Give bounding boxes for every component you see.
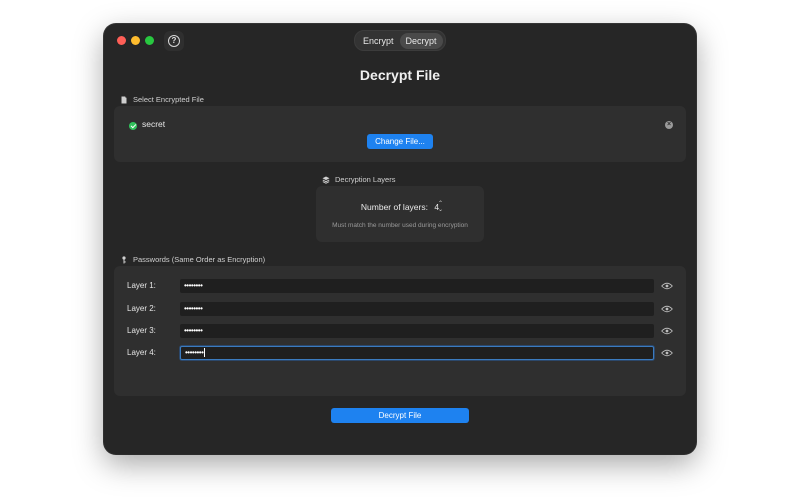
page-title: Decrypt File (359, 67, 441, 83)
key-icon (120, 255, 128, 264)
help-button[interactable]: ? (164, 31, 184, 51)
decrypt-file-button[interactable]: Decrypt File (331, 408, 469, 423)
password-field-layer-1[interactable]: •••••••• (180, 279, 654, 293)
password-masked-text: •••••••• (185, 348, 204, 357)
layers-panel: Number of layers: 4 ⌃ ⌄ Must match the n… (316, 186, 484, 242)
layer-count-label: Number of layers: (360, 202, 428, 212)
text-caret (204, 348, 206, 358)
password-row-2: Layer 2: •••••••• (114, 302, 686, 316)
zoom-window-button[interactable] (145, 36, 154, 45)
mode-segmented-control: Encrypt Decrypt (354, 30, 446, 51)
file-section-header: Select Encrypted File (120, 95, 204, 104)
password-field-layer-2[interactable]: •••••••• (180, 302, 654, 316)
eye-icon[interactable] (661, 305, 673, 313)
tab-encrypt[interactable]: Encrypt (357, 33, 400, 49)
eye-icon[interactable] (661, 327, 673, 335)
layers-section-label: Decryption Layers (335, 175, 396, 184)
password-row-4: Layer 4: •••••••• (114, 346, 686, 360)
layer-count-stepper[interactable]: ⌃ ⌄ (436, 199, 445, 214)
document-icon (120, 96, 128, 104)
title-bar: ? Encrypt Decrypt (104, 24, 696, 56)
password-label: Layer 4: (127, 348, 156, 357)
file-panel: secret × Change File... (114, 106, 686, 162)
file-section-label: Select Encrypted File (133, 95, 204, 104)
password-field-layer-4[interactable]: •••••••• (180, 346, 654, 360)
passwords-section-header: Passwords (Same Order as Encryption) (120, 255, 265, 264)
eye-icon[interactable] (661, 349, 673, 357)
eye-icon[interactable] (661, 282, 673, 290)
question-circle-icon: ? (168, 35, 180, 47)
password-row-3: Layer 3: •••••••• (114, 324, 686, 338)
close-window-button[interactable] (117, 36, 126, 45)
selected-file-name: secret (142, 119, 166, 129)
app-window: ? Encrypt Decrypt Decrypt File Select En… (104, 24, 696, 454)
stack-icon (322, 176, 330, 184)
x-circle-icon[interactable]: × (665, 121, 673, 129)
password-row-1: Layer 1: •••••••• (114, 279, 686, 293)
layer-count-row: Number of layers: 4 (316, 202, 484, 212)
passwords-section-label: Passwords (Same Order as Encryption) (133, 255, 266, 264)
layers-section-header: Decryption Layers (322, 175, 395, 184)
checkmark-circle-icon (129, 122, 137, 130)
passwords-panel: Layer 1: •••••••• Layer 2: •••••••• Laye… (114, 266, 686, 396)
chevron-down-icon[interactable]: ⌄ (438, 207, 443, 213)
tab-decrypt[interactable]: Decrypt (399, 32, 443, 49)
password-label: Layer 1: (127, 281, 156, 290)
password-label: Layer 3: (127, 326, 156, 335)
password-field-layer-3[interactable]: •••••••• (180, 324, 654, 338)
password-label: Layer 2: (127, 304, 156, 313)
layer-count-hint: Must match the number used during encryp… (332, 222, 468, 229)
change-file-button[interactable]: Change File... (367, 134, 433, 149)
minimize-window-button[interactable] (131, 36, 140, 45)
